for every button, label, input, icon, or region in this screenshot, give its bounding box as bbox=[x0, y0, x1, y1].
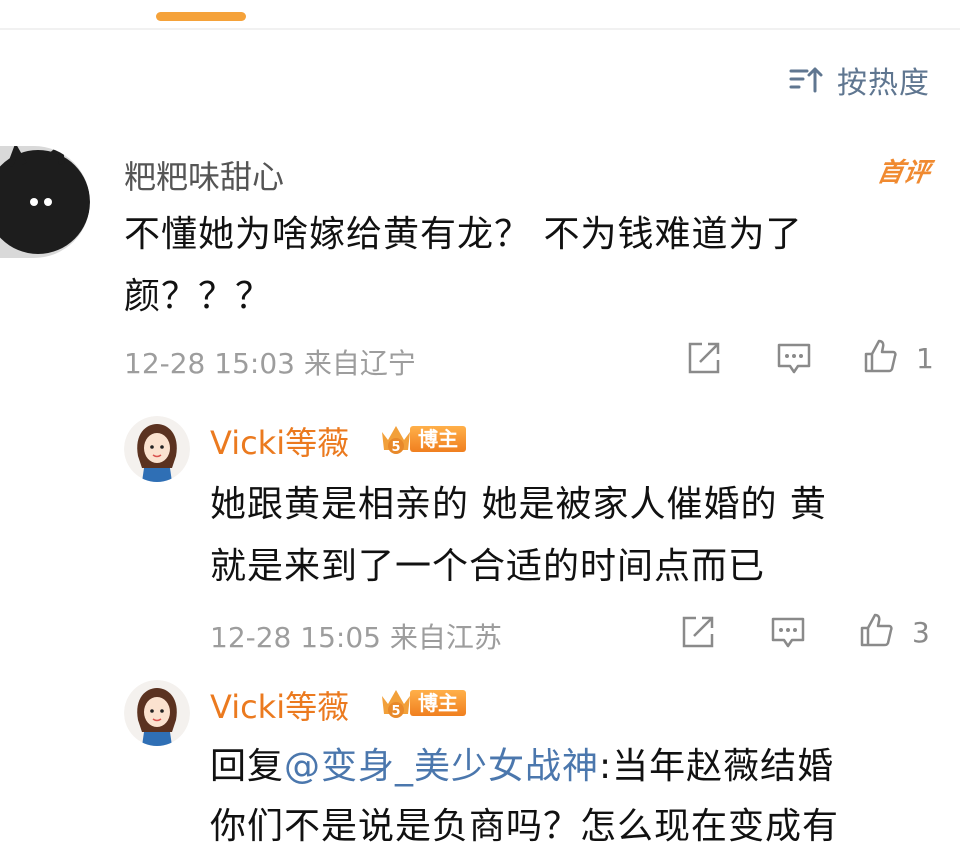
blogger-badge-label: 博主 bbox=[410, 426, 466, 452]
avatar[interactable] bbox=[0, 146, 90, 258]
blogger-badge: 5 博主 bbox=[378, 684, 466, 722]
like-count: 1 bbox=[916, 342, 934, 375]
comment-username[interactable]: 粑粑味甜心 bbox=[124, 152, 284, 198]
reply-text-line-2: 你们不是说是负商吗？怎么现在变成有 bbox=[210, 806, 840, 847]
sort-by-hot-button[interactable]: 按热度 bbox=[789, 58, 930, 102]
avatar-silhouette-image bbox=[0, 146, 90, 258]
mention-link[interactable]: @变身_美少女战神 bbox=[284, 746, 599, 787]
comment-text-line-2: 颜？？？ bbox=[124, 276, 273, 317]
comment-icon[interactable] bbox=[776, 340, 812, 376]
like-icon[interactable] bbox=[862, 338, 898, 374]
like-count: 3 bbox=[912, 616, 930, 649]
top-divider bbox=[0, 28, 960, 30]
girl-avatar-image bbox=[124, 416, 190, 482]
reply-text-after-mention: :当年赵薇结婚 bbox=[599, 746, 835, 787]
active-tab-indicator bbox=[156, 12, 246, 21]
share-icon[interactable] bbox=[686, 340, 722, 376]
comment-text-line-1: 不懂她为啥嫁给黄有龙？ 不为钱难道为了 bbox=[124, 214, 803, 255]
sort-icon bbox=[789, 67, 823, 93]
crown-level-icon: 5 bbox=[382, 690, 410, 719]
comment-time-location: 12-28 15:03 来自辽宁 bbox=[124, 347, 416, 380]
reply-username[interactable]: Vicki等薇 bbox=[210, 418, 349, 464]
girl-avatar-image bbox=[124, 680, 190, 746]
comment-icon[interactable] bbox=[770, 614, 806, 650]
like-icon[interactable] bbox=[858, 612, 894, 648]
reply-username[interactable]: Vicki等薇 bbox=[210, 682, 349, 728]
reply-text-line-1: 她跟黄是相亲的 她是被家人催婚的 黄 bbox=[210, 484, 827, 525]
share-icon[interactable] bbox=[680, 614, 716, 650]
blogger-badge-label: 博主 bbox=[410, 690, 466, 716]
crown-level-number: 5 bbox=[391, 704, 400, 719]
reply-avatar[interactable] bbox=[124, 680, 190, 746]
crown-level-number: 5 bbox=[391, 440, 400, 455]
crown-level-icon: 5 bbox=[382, 426, 410, 455]
reply-prefix: 回复 bbox=[210, 746, 285, 787]
sort-label: 按热度 bbox=[837, 66, 930, 101]
reply-avatar[interactable] bbox=[124, 416, 190, 482]
reply-time-location: 12-28 15:05 来自江苏 bbox=[210, 621, 502, 654]
first-comment-badge: 首评 bbox=[874, 158, 933, 188]
blogger-badge: 5 博主 bbox=[378, 420, 466, 458]
reply-text-line-1: 回复@变身_美少女战神:当年赵薇结婚 bbox=[210, 736, 834, 798]
reply-text-line-2: 就是来到了一个合适的时间点而已 bbox=[210, 546, 766, 587]
